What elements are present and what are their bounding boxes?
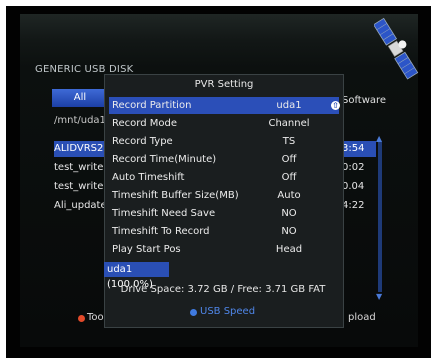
file-time: 0.04 — [342, 181, 365, 192]
setting-value: Off — [281, 154, 297, 165]
setting-row-record-mode[interactable]: Record Mode Channel — [109, 115, 339, 132]
setting-row-record-partition[interactable]: Record Partition uda1 ⇧ — [109, 97, 340, 114]
column-software: Software — [342, 95, 387, 106]
footer-upload[interactable]: pload — [348, 312, 376, 323]
setting-label: Record Type — [112, 136, 173, 147]
setting-row-record-type[interactable]: Record Type TS — [109, 133, 339, 150]
setting-row-timeshift-buffer[interactable]: Timeshift Buffer Size(MB) Auto — [109, 187, 339, 204]
file-time: 4:22 — [342, 200, 365, 211]
tab-all[interactable]: All — [52, 89, 108, 107]
setting-value: Off — [281, 172, 297, 183]
scroll-up-icon[interactable]: ▲ — [376, 134, 382, 143]
file-row[interactable]: test_write2.c — [54, 179, 106, 195]
scroll-down-icon[interactable]: ▼ — [376, 292, 382, 301]
setting-label: Record Partition — [112, 100, 192, 111]
setting-row-timeshift-to-record[interactable]: Timeshift To Record NO — [109, 223, 339, 240]
setting-row-record-time[interactable]: Record Time(Minute) Off — [109, 151, 339, 168]
setting-value: Auto — [277, 190, 301, 201]
setting-label: Auto Timeshift — [112, 172, 185, 183]
red-button-icon — [78, 315, 85, 322]
setting-label: Timeshift To Record — [112, 226, 210, 237]
setting-value: NO — [281, 226, 297, 237]
file-time: 3:54 — [340, 141, 376, 157]
setting-row-timeshift-need-save[interactable]: Timeshift Need Save NO — [109, 205, 339, 222]
usb-speed-button[interactable]: USB Speed — [200, 306, 255, 317]
setting-label: Record Time(Minute) — [112, 154, 217, 165]
drive-space-text: Drive Space: 3.72 GB / Free: 3.71 GB FAT — [120, 284, 326, 295]
file-list-scrollbar[interactable] — [378, 142, 382, 292]
setting-label: Play Start Pos — [112, 244, 181, 255]
dialog-title: PVR Setting — [194, 79, 254, 90]
setting-row-play-start-pos[interactable]: Play Start Pos Head — [109, 241, 339, 258]
partition-usage-bar: uda1 (100.0%) — [104, 262, 169, 290]
setting-row-auto-timeshift[interactable]: Auto Timeshift Off — [109, 169, 339, 186]
setting-value: TS — [282, 136, 296, 147]
file-row[interactable]: test_write1.c — [54, 160, 106, 176]
file-row[interactable]: ALIDVRS2 — [54, 141, 106, 157]
setting-value: Head — [275, 244, 303, 255]
file-time: 0:02 — [342, 162, 365, 173]
dropdown-arrow-icon[interactable]: ⇧ — [331, 101, 340, 110]
setting-label: Record Mode — [112, 118, 177, 129]
setting-value: Channel — [268, 118, 310, 129]
setting-label: Timeshift Buffer Size(MB) — [112, 190, 239, 201]
blue-button-icon — [190, 309, 197, 316]
setting-label: Timeshift Need Save — [112, 208, 216, 219]
satellite-icon — [374, 17, 419, 80]
setting-value: NO — [281, 208, 297, 219]
file-row[interactable]: Ali_update_1 — [54, 198, 106, 214]
setting-value: uda1 — [276, 100, 302, 111]
